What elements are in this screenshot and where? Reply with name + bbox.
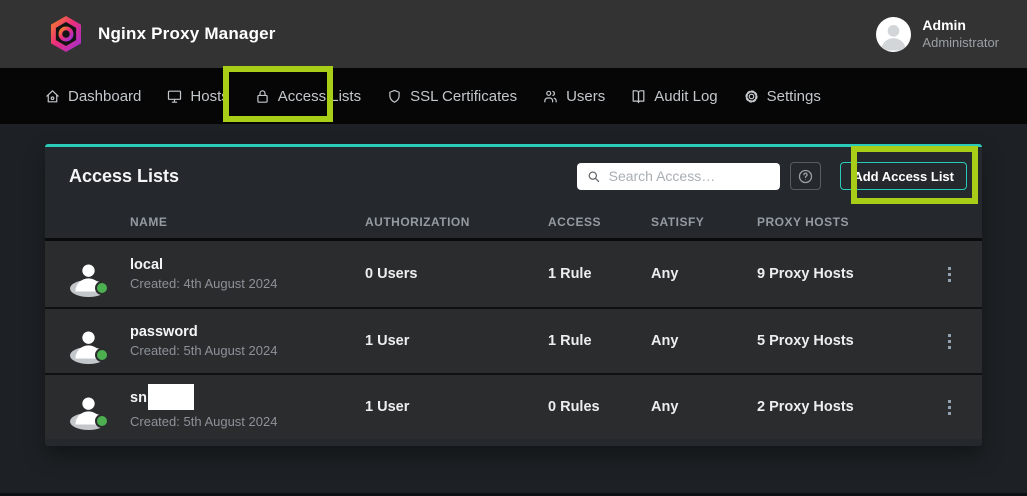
user-avatar <box>876 17 911 52</box>
created-date: Created: 5th August 2024 <box>130 343 365 358</box>
nav-item-ssl-certificates[interactable]: SSL Certificates <box>386 88 517 105</box>
authorization-value: 1 User <box>365 333 548 349</box>
gear-icon <box>743 88 760 105</box>
status-online-dot <box>95 348 109 362</box>
table-row: password Created: 5th August 2024 1 User… <box>45 307 982 373</box>
nav-label: Access Lists <box>278 88 361 105</box>
column-header-satisfy: SATISFY <box>651 215 757 229</box>
nav-label: Hosts <box>190 88 228 105</box>
authorization-value: 0 Users <box>365 266 548 282</box>
nav-label: Audit Log <box>654 88 717 105</box>
nav-item-hosts[interactable]: Hosts <box>166 88 228 105</box>
book-icon <box>630 88 647 105</box>
table-row: sn Created: 5th August 2024 1 User 0 Rul… <box>45 373 982 439</box>
created-date: Created: 5th August 2024 <box>130 414 365 429</box>
nav-label: Dashboard <box>68 88 141 105</box>
column-header-name: NAME <box>130 215 365 229</box>
nav-label: Settings <box>767 88 821 105</box>
column-header-access: ACCESS <box>548 215 651 229</box>
satisfy-value: Any <box>651 399 757 415</box>
help-icon <box>797 168 814 185</box>
proxy-hosts-value: 2 Proxy Hosts <box>757 399 934 415</box>
user-name: Admin <box>922 17 999 35</box>
search-input[interactable] <box>609 168 773 184</box>
access-list-name: sn <box>130 385 365 411</box>
user-menu[interactable]: Admin Administrator <box>876 17 999 52</box>
access-value: 1 Rule <box>548 266 651 282</box>
access-value: 1 Rule <box>548 333 651 349</box>
table-row: local Created: 4th August 2024 0 Users 1… <box>45 241 982 307</box>
row-menu-button[interactable] <box>934 326 964 356</box>
access-list-name: local <box>130 257 365 273</box>
brand: Nginx Proxy Manager <box>48 15 276 53</box>
nav-item-access-lists[interactable]: Access Lists <box>254 88 361 105</box>
home-icon <box>44 88 61 105</box>
main-nav: Dashboard Hosts Access Lists SSL Certifi… <box>0 68 1027 124</box>
row-menu-button[interactable] <box>934 259 964 289</box>
satisfy-value: Any <box>651 266 757 282</box>
created-date: Created: 4th August 2024 <box>130 276 365 291</box>
app-title: Nginx Proxy Manager <box>98 24 276 44</box>
nav-item-users[interactable]: Users <box>542 88 605 105</box>
lock-icon <box>254 88 271 105</box>
monitor-icon <box>166 88 183 105</box>
app-logo-icon <box>48 15 84 53</box>
access-lists-panel: Access Lists Add Access List NAME AUTHOR… <box>45 144 982 446</box>
add-access-list-button[interactable]: Add Access List <box>840 162 967 190</box>
user-role: Administrator <box>922 35 999 51</box>
panel-title: Access Lists <box>69 166 179 187</box>
search-icon <box>587 169 600 184</box>
satisfy-value: Any <box>651 333 757 349</box>
access-value: 0 Rules <box>548 399 651 415</box>
column-header-proxy-hosts: PROXY HOSTS <box>757 215 934 229</box>
panel-header: Access Lists Add Access List <box>45 147 982 205</box>
help-button[interactable] <box>790 162 821 190</box>
status-online-dot <box>95 414 109 428</box>
proxy-hosts-value: 5 Proxy Hosts <box>757 333 934 349</box>
proxy-hosts-value: 9 Proxy Hosts <box>757 266 934 282</box>
nav-item-audit-log[interactable]: Audit Log <box>630 88 717 105</box>
nav-label: Users <box>566 88 605 105</box>
nav-item-dashboard[interactable]: Dashboard <box>44 88 141 105</box>
nav-item-settings[interactable]: Settings <box>743 88 821 105</box>
person-icon <box>876 17 911 52</box>
column-header-authorization: AUTHORIZATION <box>365 215 548 229</box>
shield-icon <box>386 88 403 105</box>
search-box <box>577 163 780 190</box>
status-online-dot <box>95 281 109 295</box>
app-header: Nginx Proxy Manager Admin Administrator <box>0 0 1027 68</box>
users-icon <box>542 88 559 105</box>
authorization-value: 1 User <box>365 399 548 415</box>
table-header-row: NAME AUTHORIZATION ACCESS SATISFY PROXY … <box>45 205 982 241</box>
redaction-box <box>148 384 194 410</box>
access-list-name: password <box>130 324 365 340</box>
nav-label: SSL Certificates <box>410 88 517 105</box>
row-menu-button[interactable] <box>934 392 964 422</box>
